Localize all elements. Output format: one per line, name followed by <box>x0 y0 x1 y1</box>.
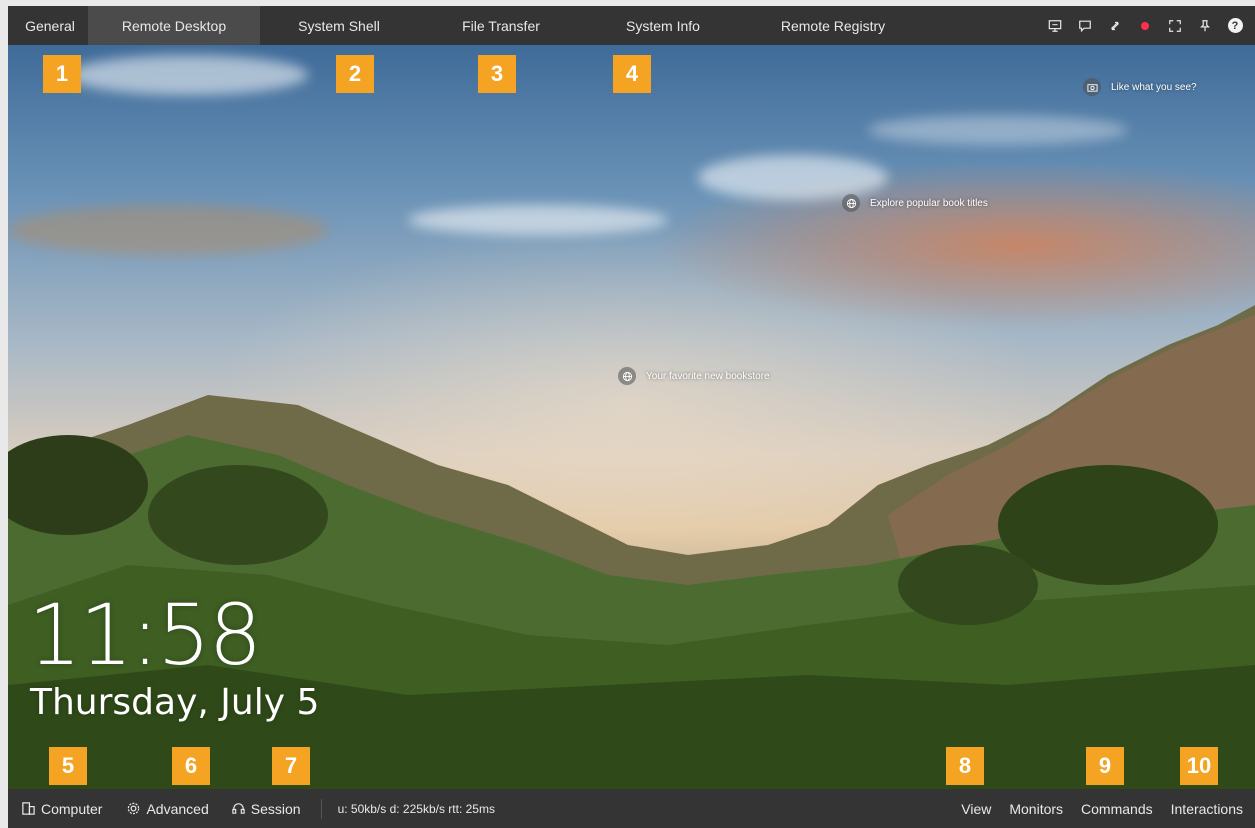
remote-session-window: General Remote Desktop System Shell File… <box>8 6 1255 828</box>
tab-general[interactable]: General <box>8 6 88 45</box>
session-button[interactable]: Session <box>231 801 301 817</box>
monitor-icon[interactable] <box>1047 18 1063 34</box>
headset-icon <box>232 803 245 814</box>
callout-badge: 3 <box>478 55 516 93</box>
hotspot-like[interactable]: Like what you see? <box>1083 78 1197 96</box>
callout-badge: 7 <box>272 747 310 785</box>
view-button[interactable]: View <box>961 801 991 817</box>
hotspot-explore-label: Explore popular book titles <box>870 197 988 209</box>
bottom-toolbar: Computer Advanced Session u: 50kb/s d: 2… <box>8 789 1255 828</box>
globe-icon <box>842 194 860 212</box>
gear-icon <box>128 802 140 815</box>
fullscreen-icon[interactable] <box>1167 18 1183 34</box>
callout-badge: 9 <box>1086 747 1124 785</box>
callout-badge: 10 <box>1180 747 1218 785</box>
chat-icon[interactable] <box>1077 18 1093 34</box>
lockscreen-date: Thursday, July 5 <box>30 682 320 723</box>
callout-badge: 6 <box>172 747 210 785</box>
tab-file-transfer[interactable]: File Transfer <box>418 6 584 45</box>
callout-badge: 1 <box>43 55 81 93</box>
connection-stats: u: 50kb/s d: 225kb/s rtt: 25ms <box>337 801 495 816</box>
hotspot-bookstore-label: Your favorite new bookstore <box>646 370 770 382</box>
swap-arrows-icon[interactable] <box>1107 18 1123 34</box>
hotspot-bookstore[interactable]: Your favorite new bookstore <box>618 367 770 385</box>
session-label: Session <box>250 800 301 817</box>
monitors-button[interactable]: Monitors <box>1009 801 1063 817</box>
callout-badge: 2 <box>336 55 374 93</box>
callout-badge: 8 <box>946 747 984 785</box>
interactions-button[interactable]: Interactions <box>1171 801 1243 817</box>
hotspot-explore[interactable]: Explore popular book titles <box>842 194 988 212</box>
help-icon[interactable]: ? <box>1227 18 1243 34</box>
lockscreen-time: 11:58 <box>28 586 262 684</box>
pin-icon[interactable] <box>1197 18 1213 34</box>
tab-bar: General Remote Desktop System Shell File… <box>8 6 1255 45</box>
computer-icon <box>22 802 35 815</box>
toolbar-icons: ? <box>1047 6 1255 45</box>
remote-desktop-view[interactable]: Like what you see? Explore popular book … <box>8 45 1255 789</box>
camera-icon <box>1083 78 1101 96</box>
tab-remote-registry[interactable]: Remote Registry <box>742 6 924 45</box>
divider <box>320 798 322 819</box>
computer-label: Computer <box>41 800 103 817</box>
advanced-label: Advanced <box>146 800 209 817</box>
callout-badge: 5 <box>49 747 87 785</box>
record-icon[interactable] <box>1137 18 1153 34</box>
hotspot-like-label: Like what you see? <box>1111 81 1197 93</box>
tab-system-shell[interactable]: System Shell <box>260 6 418 45</box>
computer-button[interactable]: Computer <box>21 801 102 817</box>
commands-button[interactable]: Commands <box>1081 801 1153 817</box>
globe-icon <box>618 367 636 385</box>
tab-remote-desktop[interactable]: Remote Desktop <box>88 6 260 45</box>
tab-system-info[interactable]: System Info <box>584 6 742 45</box>
callout-badge: 4 <box>613 55 651 93</box>
advanced-button[interactable]: Advanced <box>126 800 209 817</box>
